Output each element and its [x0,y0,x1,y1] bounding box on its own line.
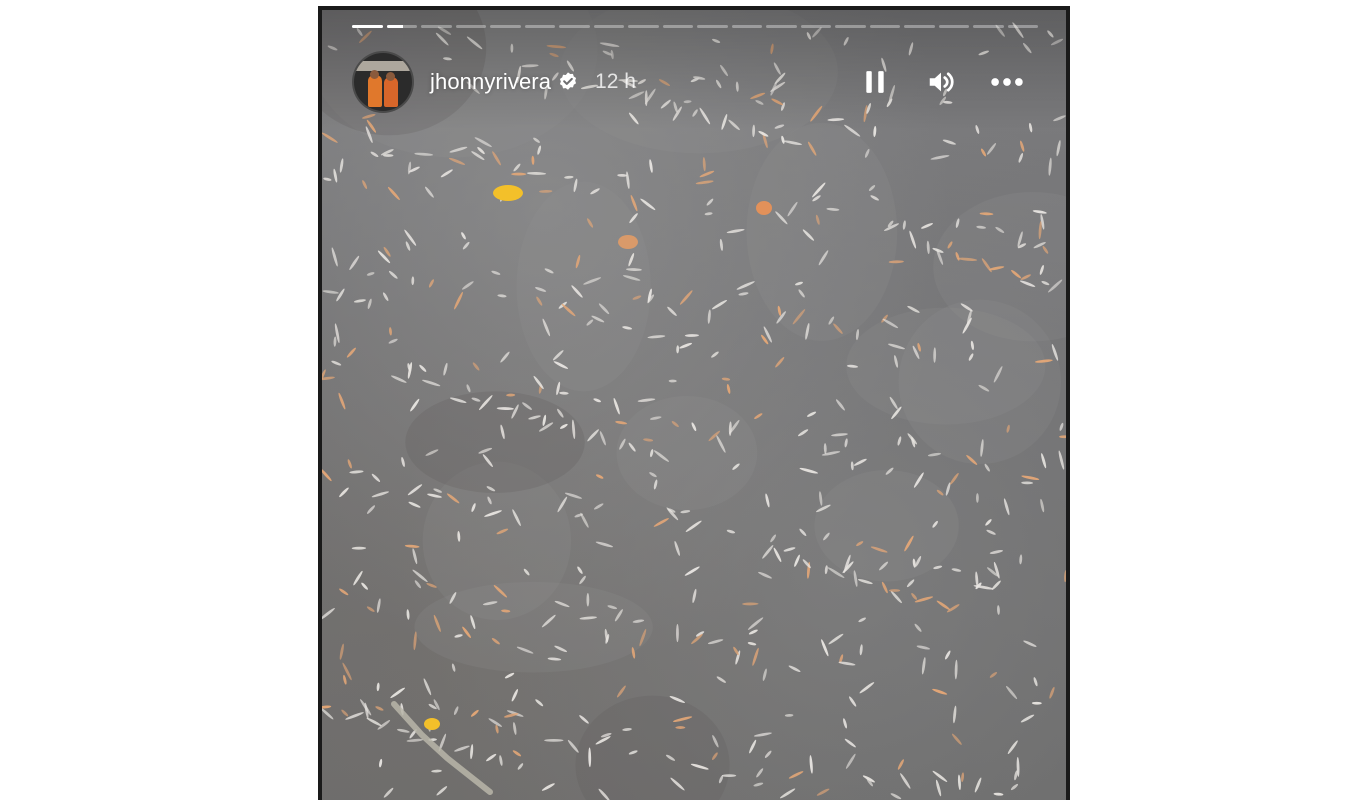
progress-segment [352,25,383,28]
more-options-icon [991,78,1023,86]
progress-segment [835,25,866,28]
progress-segment [628,25,659,28]
progress-segment [386,25,417,28]
progress-segment [1007,25,1038,28]
story-progress-bar [352,25,1038,28]
pause-icon [866,71,884,93]
progress-segment [938,25,969,28]
story-viewer: jhonnyrivera 12 h [318,6,1070,800]
progress-segment [766,25,797,28]
progress-segment [869,25,900,28]
more-options-button[interactable] [990,65,1024,99]
avatar[interactable] [352,51,414,113]
username-link[interactable]: jhonnyrivera [430,69,551,95]
verified-badge-icon [557,71,579,93]
volume-button[interactable] [924,65,958,99]
progress-segment [490,25,521,28]
pause-button[interactable] [858,65,892,99]
progress-segment [455,25,486,28]
progress-segment [524,25,555,28]
progress-segment [800,25,831,28]
volume-icon [929,72,954,92]
progress-segment [662,25,693,28]
progress-segment [559,25,590,28]
story-controls [858,65,1024,99]
progress-segment [731,25,762,28]
progress-segment [973,25,1004,28]
progress-segment [697,25,728,28]
story-video[interactable] [322,10,1066,800]
post-time: 12 h [595,70,636,93]
story-header: jhonnyrivera 12 h [352,51,1042,113]
progress-segment [421,25,452,28]
progress-segment [904,25,935,28]
progress-segment [593,25,624,28]
